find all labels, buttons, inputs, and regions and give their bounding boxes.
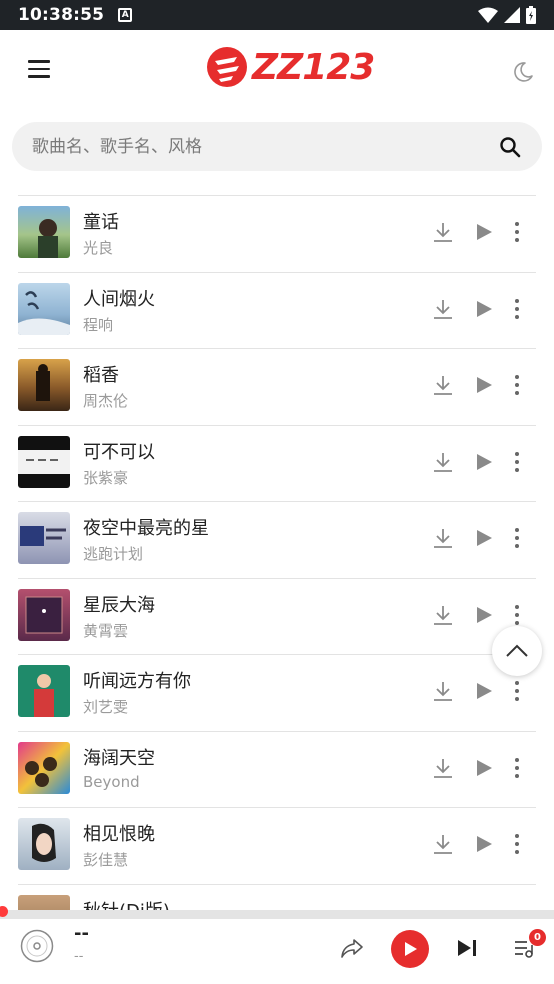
app-header: ZZ123: [0, 30, 554, 112]
logo-text: ZZ123: [252, 46, 375, 88]
more-icon[interactable]: [512, 451, 522, 473]
song-title: 相见恨晚: [83, 824, 155, 845]
menu-icon[interactable]: [28, 60, 50, 78]
play-icon[interactable]: [474, 222, 494, 242]
song-row[interactable]: 相见恨晚 彭佳慧: [18, 807, 536, 884]
play-icon[interactable]: [474, 605, 494, 625]
player-artist: --: [74, 949, 84, 964]
album-cover: [18, 665, 70, 717]
play-icon[interactable]: [474, 375, 494, 395]
download-icon[interactable]: [432, 374, 454, 396]
song-title: 童话: [83, 212, 119, 233]
download-icon[interactable]: [432, 451, 454, 473]
more-icon[interactable]: [512, 604, 522, 626]
search-bar: [12, 122, 542, 171]
download-icon[interactable]: [432, 833, 454, 855]
dark-mode-icon[interactable]: [511, 60, 535, 84]
disc-icon[interactable]: [20, 929, 54, 963]
app-logo: ZZ123: [206, 46, 375, 88]
song-title: 星辰大海: [83, 594, 155, 616]
song-title: 夜空中最亮的星: [83, 518, 209, 539]
play-icon[interactable]: [474, 452, 494, 472]
album-cover: [18, 818, 70, 870]
mini-player: -- -- 0: [0, 919, 554, 984]
download-icon[interactable]: [432, 527, 454, 549]
song-artist: 周杰伦: [83, 392, 129, 410]
song-title: 可不可以: [83, 441, 155, 463]
more-icon[interactable]: [512, 833, 522, 855]
more-icon[interactable]: [512, 757, 522, 779]
song-row[interactable]: 稻香 周杰伦: [18, 348, 536, 425]
download-icon[interactable]: [432, 221, 454, 243]
next-track-icon[interactable]: [456, 938, 478, 958]
play-icon[interactable]: [474, 834, 494, 854]
song-list: 童话 光良 人间烟火 程响 稻香 周杰伦 可不可以 张紫豪 夜空中最亮的星 逃跑…: [18, 195, 536, 960]
song-artist: 逃跑计划: [83, 545, 144, 563]
queue-count-badge: 0: [529, 929, 546, 946]
song-row[interactable]: 海阔天空 Beyond: [18, 730, 536, 808]
song-row[interactable]: 夜空中最亮的星 逃跑计划: [18, 501, 536, 578]
album-cover: [18, 588, 70, 641]
album-cover: [18, 282, 70, 335]
more-icon[interactable]: [512, 374, 522, 396]
album-cover: [18, 512, 70, 564]
song-title: 海阔天空: [83, 747, 155, 769]
search-icon[interactable]: [498, 135, 522, 159]
song-artist: 彭佳慧: [83, 851, 129, 869]
song-title: 人间烟火: [83, 288, 155, 310]
album-cover: [18, 206, 70, 258]
album-cover: [18, 741, 70, 794]
logo-mark-icon: [207, 47, 247, 87]
more-icon[interactable]: [512, 527, 522, 549]
player-play-button[interactable]: [391, 930, 429, 968]
signal-icon: [504, 7, 520, 23]
song-artist: Beyond: [83, 772, 140, 791]
status-time: 10:38:55: [18, 5, 105, 25]
more-icon[interactable]: [512, 298, 522, 320]
song-row[interactable]: 可不可以 张紫豪: [18, 424, 536, 502]
play-icon[interactable]: [474, 681, 494, 701]
share-icon[interactable]: [340, 936, 364, 960]
search-input[interactable]: [32, 136, 498, 157]
status-bar: 10:38:55 A: [0, 0, 554, 30]
song-artist: 刘艺雯: [83, 698, 129, 716]
song-artist: 黄霄雲: [83, 621, 129, 640]
song-artist: 程响: [83, 315, 114, 334]
song-row[interactable]: 星辰大海 黄霄雲: [18, 577, 536, 655]
song-title: 稻香: [83, 365, 119, 386]
album-cover: [18, 359, 70, 411]
song-title: 听闻远方有你: [83, 671, 191, 692]
song-row[interactable]: 人间烟火 程响: [18, 271, 536, 349]
download-icon[interactable]: [432, 604, 454, 626]
scroll-to-top-button[interactable]: [492, 626, 542, 676]
more-icon[interactable]: [512, 680, 522, 702]
play-icon: [405, 942, 417, 956]
song-row[interactable]: 童话 光良: [18, 195, 536, 272]
download-icon[interactable]: [432, 298, 454, 320]
player-progress-bar[interactable]: [0, 910, 554, 919]
battery-icon: [526, 6, 536, 24]
player-song-title: --: [74, 923, 89, 944]
song-row[interactable]: 听闻远方有你 刘艺雯: [18, 654, 536, 731]
album-cover: [18, 435, 70, 488]
song-artist: 光良: [83, 239, 114, 257]
chevron-up-icon: [506, 644, 528, 657]
more-icon[interactable]: [512, 221, 522, 243]
wifi-icon: [478, 7, 498, 23]
download-icon[interactable]: [432, 680, 454, 702]
play-icon[interactable]: [474, 528, 494, 548]
play-icon[interactable]: [474, 299, 494, 319]
song-artist: 张紫豪: [83, 468, 129, 487]
status-icons: [478, 6, 536, 24]
notification-icon: A: [118, 8, 133, 22]
play-icon[interactable]: [474, 758, 494, 778]
download-icon[interactable]: [432, 757, 454, 779]
